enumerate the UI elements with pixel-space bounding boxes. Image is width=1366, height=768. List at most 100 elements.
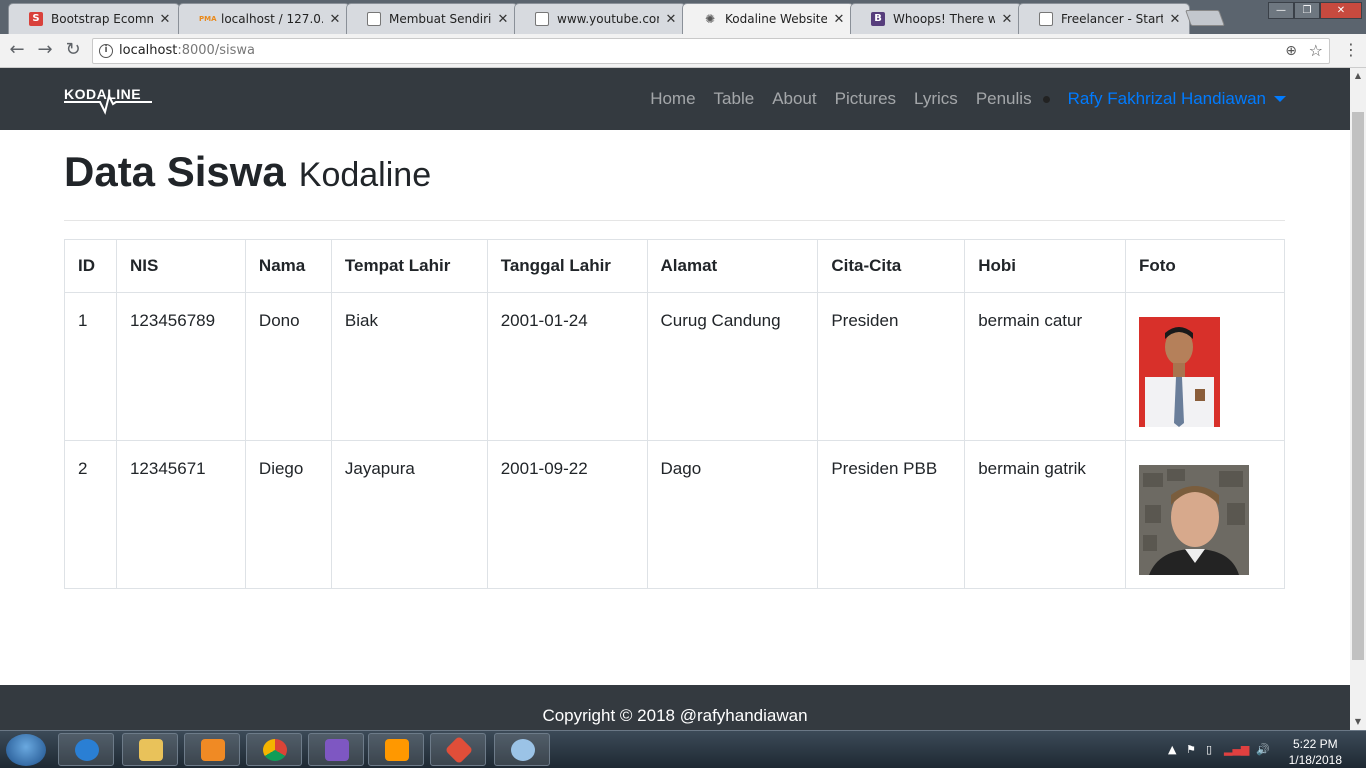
nav-penulis[interactable]: Penulis: [976, 89, 1032, 109]
address-bar[interactable]: i localhost:8000/siswa ⊕ ☆: [92, 38, 1330, 64]
close-tab-icon[interactable]: ✕: [833, 12, 845, 27]
windows-start-button[interactable]: [6, 734, 46, 766]
cell-id: 1: [64, 292, 117, 441]
info-icon[interactable]: i: [99, 44, 113, 58]
reload-icon[interactable]: ↻: [62, 39, 84, 61]
cell-nama: Dono: [244, 292, 332, 441]
browser-tab[interactable]: B Whoops! There was ✕: [850, 3, 1022, 34]
nav-lyrics[interactable]: Lyrics: [914, 89, 958, 109]
table-row: 2 12345671 Diego Jayapura 2001-09-22 Dag…: [64, 440, 1285, 589]
volume-icon[interactable]: 🔊: [1256, 743, 1270, 756]
cell-id: 2: [64, 440, 117, 589]
nav-pictures[interactable]: Pictures: [835, 89, 896, 109]
main-content: Data Siswa Kodaline ID NIS Nama Tempat L…: [64, 130, 1285, 589]
browser-toolbar: ← → ↻ i localhost:8000/siswa ⊕ ☆ ⋮: [0, 34, 1366, 68]
chrome-icon: [263, 739, 287, 761]
copyright-text: Copyright © 2018 @rafyhandiawan: [542, 706, 808, 725]
taskbar-ie[interactable]: [58, 733, 114, 766]
taskbar-paint[interactable]: [494, 733, 550, 766]
new-tab-button[interactable]: [1185, 10, 1225, 26]
taskbar-media[interactable]: [184, 733, 240, 766]
cell-cita-cita: Presiden: [817, 292, 966, 441]
nav-table[interactable]: Table: [714, 89, 755, 109]
browser-tab[interactable]: S Bootstrap Ecommerc ✕: [8, 3, 180, 34]
file-explorer-icon: [139, 739, 163, 761]
close-tab-icon[interactable]: ✕: [329, 12, 341, 27]
network-icon[interactable]: ▂▄▆: [1224, 743, 1249, 756]
tab-title: Whoops! There was: [893, 12, 995, 26]
taskbar-git[interactable]: [430, 733, 486, 766]
col-header-id: ID: [64, 239, 117, 293]
scroll-down-arrow-icon[interactable]: ▼: [1350, 714, 1366, 730]
taskbar-chrome[interactable]: [246, 733, 302, 766]
zoom-icon[interactable]: ⊕: [1285, 39, 1297, 63]
divider: [64, 220, 1285, 221]
scroll-up-arrow-icon[interactable]: ▲: [1350, 68, 1366, 84]
browser-tab-active[interactable]: ✺ Kodaline Website ✕: [682, 3, 854, 34]
student-table: ID NIS Nama Tempat Lahir Tanggal Lahir A…: [64, 239, 1285, 589]
user-dropdown[interactable]: Rafy Fakhrizal Handiawan: [1068, 89, 1266, 109]
taskbar-visual-studio[interactable]: [308, 733, 364, 766]
phpmyadmin-icon: PMA: [199, 15, 217, 23]
table-row: 1 123456789 Dono Biak 2001-01-24 Curug C…: [64, 292, 1285, 441]
nav-home[interactable]: Home: [650, 89, 695, 109]
restore-button[interactable]: ❐: [1294, 2, 1320, 19]
cell-foto: [1125, 440, 1285, 589]
browser-tab-strip: S Bootstrap Ecommerc ✕ PMA localhost / 1…: [0, 0, 1366, 34]
student-photo: [1139, 465, 1249, 575]
browser-menu-icon[interactable]: ⋮: [1343, 40, 1359, 59]
media-player-icon: [201, 739, 225, 761]
nav-about[interactable]: About: [772, 89, 816, 109]
close-tab-icon[interactable]: ✕: [1001, 12, 1013, 27]
taskbar-clock[interactable]: 5:22 PM 1/18/2018: [1289, 736, 1342, 768]
forward-arrow-icon[interactable]: →: [34, 39, 56, 61]
bootstrap-s-icon: S: [29, 12, 43, 26]
close-tab-icon[interactable]: ✕: [665, 12, 677, 27]
close-window-button[interactable]: ✕: [1320, 2, 1362, 19]
taskbar-explorer[interactable]: [122, 733, 178, 766]
close-tab-icon[interactable]: ✕: [1169, 12, 1181, 27]
device-icon[interactable]: ▯: [1206, 743, 1212, 756]
show-hidden-icons-icon[interactable]: ▲: [1168, 743, 1176, 756]
browser-tab[interactable]: Freelancer - Start Bo ✕: [1018, 3, 1190, 34]
kodaline-logo[interactable]: KODALINE: [64, 86, 154, 116]
system-tray: ▲ ⚑ ▯ ▂▄▆ 🔊 5:22 PM 1/18/2018: [1146, 731, 1366, 768]
bookmark-star-icon[interactable]: ☆: [1309, 39, 1323, 63]
col-header-cita-cita: Cita-Cita: [817, 239, 966, 293]
close-tab-icon[interactable]: ✕: [497, 12, 509, 27]
action-center-flag-icon[interactable]: ⚑: [1186, 743, 1196, 756]
back-arrow-icon[interactable]: ←: [6, 39, 28, 61]
minimize-button[interactable]: —: [1268, 2, 1294, 19]
cell-hobi: bermain catur: [964, 292, 1126, 441]
vertical-scrollbar[interactable]: ▲ ▼: [1350, 68, 1366, 730]
caret-down-icon[interactable]: [1274, 96, 1286, 102]
site-footer: Copyright © 2018 @rafyhandiawan: [0, 685, 1350, 730]
cell-tempat-lahir: Biak: [330, 292, 488, 441]
windows-taskbar: ▲ ⚑ ▯ ▂▄▆ 🔊 5:22 PM 1/18/2018: [0, 730, 1366, 768]
url-path: :8000/siswa: [177, 43, 255, 58]
document-icon: [367, 12, 381, 26]
browser-tab[interactable]: Membuat Sendiri Fr ✕: [346, 3, 518, 34]
col-header-tempat-lahir: Tempat Lahir: [330, 239, 488, 293]
browser-tab[interactable]: PMA localhost / 127.0.0.1 ✕: [178, 3, 350, 34]
col-header-hobi: Hobi: [964, 239, 1126, 293]
col-header-alamat: Alamat: [646, 239, 819, 293]
close-tab-icon[interactable]: ✕: [159, 12, 171, 27]
browser-tab[interactable]: www.youtube.com ✕: [514, 3, 686, 34]
cell-nis: 12345671: [115, 440, 246, 589]
cell-foto: [1125, 292, 1285, 441]
cell-tempat-lahir: Jayapura: [330, 440, 488, 589]
tab-title: localhost / 127.0.0.1: [221, 12, 323, 26]
page-heading: Data Siswa Kodaline: [64, 148, 1285, 200]
document-icon: [1039, 12, 1053, 26]
cell-nis: 123456789: [115, 292, 246, 441]
cell-tanggal-lahir: 2001-09-22: [486, 440, 648, 589]
nav-separator-dot: [1042, 95, 1050, 103]
scrollbar-thumb[interactable]: [1352, 112, 1364, 660]
url-host: localhost: [119, 43, 178, 58]
cell-alamat: Dago: [646, 440, 819, 589]
taskbar-sublime[interactable]: [368, 733, 424, 766]
cell-nama: Diego: [244, 440, 332, 589]
nav-links: Home Table About Pictures Lyrics Penulis…: [632, 68, 1286, 130]
page-title: Data Siswa: [64, 148, 286, 195]
